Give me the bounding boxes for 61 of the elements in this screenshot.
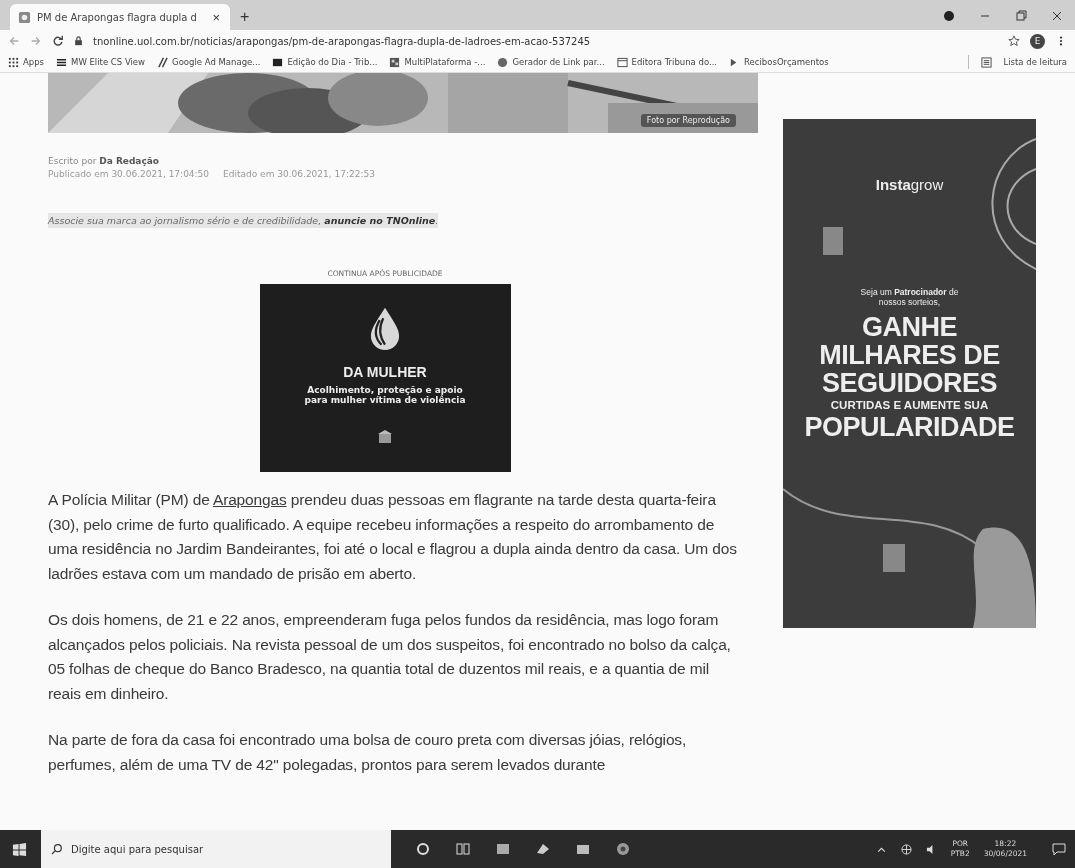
calendar-icon xyxy=(616,56,628,68)
author-line: Escrito por Da Redação xyxy=(48,156,161,166)
close-tab-button[interactable]: × xyxy=(210,9,222,25)
ad-headline: GANHE xyxy=(862,313,957,342)
profile-menu-icon[interactable] xyxy=(943,10,955,22)
restore-icon[interactable] xyxy=(1015,10,1027,22)
ad-title: DA MULHER xyxy=(343,364,427,380)
logo-icon xyxy=(56,56,68,68)
article-paragraph: Na parte de fora da casa foi encontrado uma bolsa de couro preta com diversas jóias, relógios, perfumes, além de uma TV de 42" polegadas, prontos para serem levados durante xyxy=(48,730,688,775)
bookmark-link[interactable]: Editora Tribuna do... xyxy=(631,57,718,67)
ad-subtitle: Acolhimento, proteção e apoio para mulher vítima de violência xyxy=(303,386,467,406)
reading-list-link[interactable]: Lista de leitura xyxy=(1003,57,1067,67)
published-date: Publicado em 30.06.2021, 17:04:50 xyxy=(48,169,210,179)
article-paragraph: Os dois homens, de 21 e 22 anos, empreenderam fuga pelos fundos da residência, mas logo foram alcançados pelos policiais. Na revista pessoal de um dos suspeitos, foi encontrado no bolso da calça, 05 folhas de cheque do Banco Bradesco, na quantia total de duzentos mil reais, e a quantia de mil reais em dinheiro. xyxy=(48,610,732,704)
circle-logo-icon xyxy=(497,56,509,68)
article-paragraph: A Polícia Militar (PM) de Arapongas prendeu duas pessoas em flagrante na tarde desta quarta-feira (30), pelo crime de furto qualificado. A equipe recebeu informações a respeito do arrombamento de uma residência no Jardim Bandeirantes, foi até o local e flagrou a dupla ainda dentro da casa. Um dos ladrões estava com um mandado de prisão em aberto. xyxy=(48,490,738,584)
ad-headline: POPULARIDADE xyxy=(804,413,1015,442)
browser-tab[interactable]: PM de Arapongas flagra dupla d × xyxy=(10,4,230,30)
cortana-icon[interactable] xyxy=(415,841,431,857)
bookmark-link[interactable]: MW Elite CS View xyxy=(71,57,146,67)
task-view-icon[interactable] xyxy=(455,841,471,857)
bookmark-link[interactable]: Apps xyxy=(23,57,45,67)
bookmark-link[interactable]: Edição do Dia - Trib... xyxy=(287,57,378,67)
ad-subline: CURTIDAS E AUMENTE SUA xyxy=(830,399,989,412)
ad-intro: Seja um Patrocinador de nossos sorteios, xyxy=(859,287,960,308)
network-icon[interactable] xyxy=(900,843,912,855)
lock-icon xyxy=(74,36,83,46)
square-icon xyxy=(272,56,284,68)
close-icon[interactable] xyxy=(1051,10,1063,22)
edited-date: Editado em 30.06.2021, 17:22:53 xyxy=(223,169,375,179)
ad-banner[interactable]: DA MULHER Acolhimento, proteção e apoio para mulher vítima de violência xyxy=(259,284,511,472)
mosaic-icon xyxy=(389,56,401,68)
app-icon[interactable] xyxy=(495,841,511,857)
bookmark-link[interactable]: RecibosOrçamentos xyxy=(744,57,829,67)
search-icon xyxy=(51,843,63,855)
sponsor-ad-banner[interactable]: Instagrow Seja um Patrocinador de nossos sorteios, GANHE MILHARES DE SEGUIDORES CURTIDAS E AUMENTE SUA POPULARIDADE xyxy=(783,119,1036,628)
profile-avatar[interactable]: E xyxy=(1030,33,1045,49)
tab-title: PM de Arapongas flagra dupla d xyxy=(37,11,198,23)
windows-start-icon[interactable] xyxy=(12,841,27,857)
photo-credit: Foto por Reprodução xyxy=(640,114,736,127)
bookmark-link[interactable]: Gerador de Link par... xyxy=(512,57,605,67)
bookmark-link[interactable]: MultiPlataforma -... xyxy=(404,57,486,67)
building-icon xyxy=(377,429,393,444)
taskbar-search-field[interactable]: Digite aqui para pesquisar xyxy=(41,830,391,868)
apps-grid-icon xyxy=(8,56,19,68)
brand-logo: Instagrow xyxy=(875,176,944,193)
place-link[interactable]: Arapongas xyxy=(212,491,287,508)
url-field[interactable]: tnonline.uol.com.br/noticias/arapongas/pm-de-arapongas-flagra-dupla-de-ladroes-em-acao-537245 xyxy=(93,35,591,47)
promo-text: Associe sua marca ao jornalismo sério e de credibilidade, anuncie no TNOnline. xyxy=(48,213,439,228)
app-icon[interactable] xyxy=(535,841,551,857)
bookmark-link[interactable]: Google Ad Manage... xyxy=(172,57,261,67)
site-icon xyxy=(18,10,31,24)
ad-headline: SEGUIDORES xyxy=(821,369,997,398)
chrome-icon[interactable] xyxy=(615,841,631,857)
notification-icon[interactable] xyxy=(1051,841,1067,857)
new-tab-button[interactable]: + xyxy=(230,4,260,30)
slash-logo-icon xyxy=(157,56,169,68)
reload-icon[interactable] xyxy=(52,35,64,47)
list-icon xyxy=(980,56,992,68)
star-icon[interactable] xyxy=(1008,35,1020,47)
ad-headline: MILHARES DE xyxy=(819,341,1000,370)
